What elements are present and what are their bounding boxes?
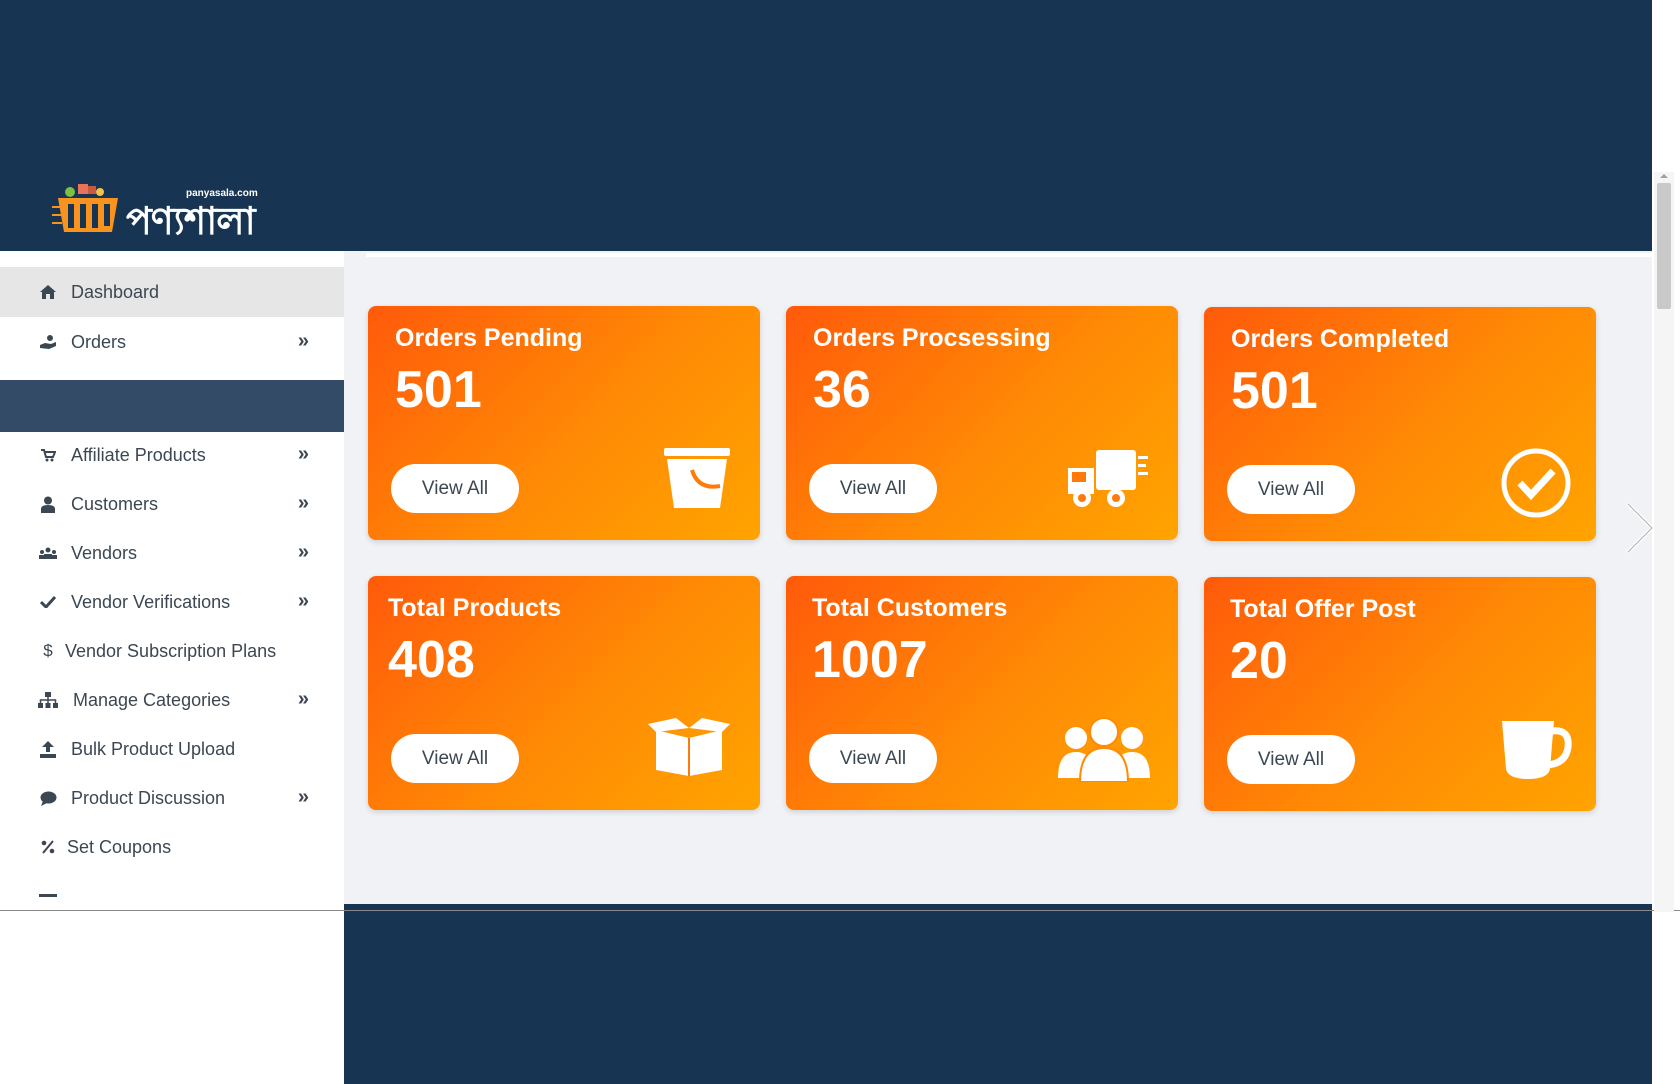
card-title: Orders Pending [395, 324, 583, 352]
sidebar-item-dashboard[interactable]: Dashboard [0, 267, 344, 317]
box-icon [648, 718, 730, 776]
view-all-button[interactable]: View All [1227, 735, 1355, 784]
card-orders-completed: Orders Completed 501 View All [1204, 307, 1596, 541]
scrollbar-thumb[interactable] [1657, 183, 1671, 309]
card-total-offer-post: Total Offer Post 20 View All [1204, 577, 1596, 811]
sidebar-item-label: Customers [71, 493, 159, 514]
upload-icon [37, 738, 59, 760]
chevron-double-right-icon: » [297, 590, 309, 612]
sidebar-item-vendor-subscription-plans[interactable]: $ Vendor Subscription Plans [0, 626, 344, 676]
card-title: Total Customers [812, 594, 1008, 622]
sidebar-item-label: Vendor Verifications [71, 591, 231, 612]
sidebar: Dashboard Orders » Affiliate Products » … [0, 251, 344, 911]
chevron-double-right-icon: » [297, 443, 309, 465]
home-icon [37, 281, 59, 303]
sidebar-section-divider [0, 380, 344, 432]
sidebar-item-label: Vendor Subscription Plans [65, 640, 277, 661]
sidebar-item-label: Orders [71, 331, 127, 352]
percent-icon [37, 836, 59, 858]
sidebar-item-label: Product Discussion [71, 787, 226, 808]
user-icon [37, 493, 59, 515]
sidebar-item-label: Bulk Product Upload [71, 738, 236, 759]
menu-icon [37, 885, 59, 907]
truck-icon [1068, 450, 1148, 507]
view-all-button[interactable]: View All [391, 464, 519, 513]
sidebar-item-vendor-verifications[interactable]: Vendor Verifications » [0, 577, 344, 627]
card-orders-pending: Orders Pending 501 View All [368, 306, 760, 540]
view-all-button[interactable]: View All [1227, 465, 1355, 514]
view-all-button[interactable]: View All [809, 464, 937, 513]
dollar-icon: $ [43, 641, 53, 660]
sidebar-item-label: Vendors [71, 542, 138, 563]
sidebar-item-affiliate-products[interactable]: Affiliate Products » [0, 430, 344, 480]
basket-logo-icon [52, 184, 118, 232]
card-title: Total Products [388, 594, 562, 622]
hand-coin-icon [37, 331, 59, 353]
chevron-double-right-icon: » [297, 786, 309, 808]
card-total-products: Total Products 408 View All [368, 576, 760, 810]
users-icon [37, 542, 59, 564]
card-title: Orders Completed [1231, 325, 1450, 353]
sidebar-item-partial[interactable] [0, 871, 344, 910]
comment-icon [37, 787, 59, 809]
chevron-double-right-icon: » [297, 330, 309, 352]
sidebar-item-set-coupons[interactable]: Set Coupons [0, 822, 344, 872]
scroll-up-arrow-icon[interactable] [1657, 172, 1671, 180]
card-value: 408 [388, 631, 475, 689]
cart-icon [37, 444, 59, 466]
card-title: Orders Procsessing [813, 324, 1051, 352]
card-value: 36 [813, 361, 871, 419]
bottom-dark-panel [344, 904, 1652, 1084]
sidebar-item-product-discussion[interactable]: Product Discussion » [0, 773, 344, 823]
card-value: 1007 [812, 631, 928, 689]
brand-name: পণ্যশালা [126, 198, 256, 243]
brand-logo[interactable]: panyasala.com পণ্যশালা [52, 180, 292, 243]
card-value: 20 [1230, 632, 1288, 690]
check-icon [37, 591, 59, 613]
sitemap-icon [37, 689, 59, 711]
check-circle-icon [1501, 448, 1571, 518]
chevron-double-right-icon: » [297, 492, 309, 514]
chevron-double-right-icon: » [297, 688, 309, 710]
view-all-button[interactable]: View All [809, 734, 937, 783]
view-all-button[interactable]: View All [391, 734, 519, 783]
sidebar-item-vendors[interactable]: Vendors » [0, 528, 344, 578]
card-orders-processing: Orders Procsessing 36 View All [786, 306, 1178, 540]
sidebar-item-orders[interactable]: Orders » [0, 317, 344, 367]
users-group-icon [1058, 717, 1150, 782]
sidebar-item-label: Dashboard [71, 281, 160, 302]
card-title: Total Offer Post [1230, 595, 1416, 623]
carousel-next-arrow-icon[interactable] [1622, 500, 1658, 556]
chevron-double-right-icon: » [297, 541, 309, 563]
content-top-divider [366, 253, 1652, 257]
sidebar-item-manage-categories[interactable]: Manage Categories » [0, 675, 344, 725]
sidebar-item-label: Manage Categories [73, 689, 231, 710]
bucket-icon [664, 448, 730, 508]
sidebar-item-customers[interactable]: Customers » [0, 479, 344, 529]
card-value: 501 [1231, 362, 1318, 420]
sidebar-item-bulk-product-upload[interactable]: Bulk Product Upload [0, 724, 344, 774]
sidebar-item-label: Affiliate Products [71, 444, 206, 465]
mug-icon [1502, 721, 1572, 779]
sidebar-item-label: Set Coupons [67, 836, 172, 857]
card-total-customers: Total Customers 1007 View All [786, 576, 1178, 810]
page-divider-line [0, 910, 1680, 911]
card-value: 501 [395, 361, 482, 419]
